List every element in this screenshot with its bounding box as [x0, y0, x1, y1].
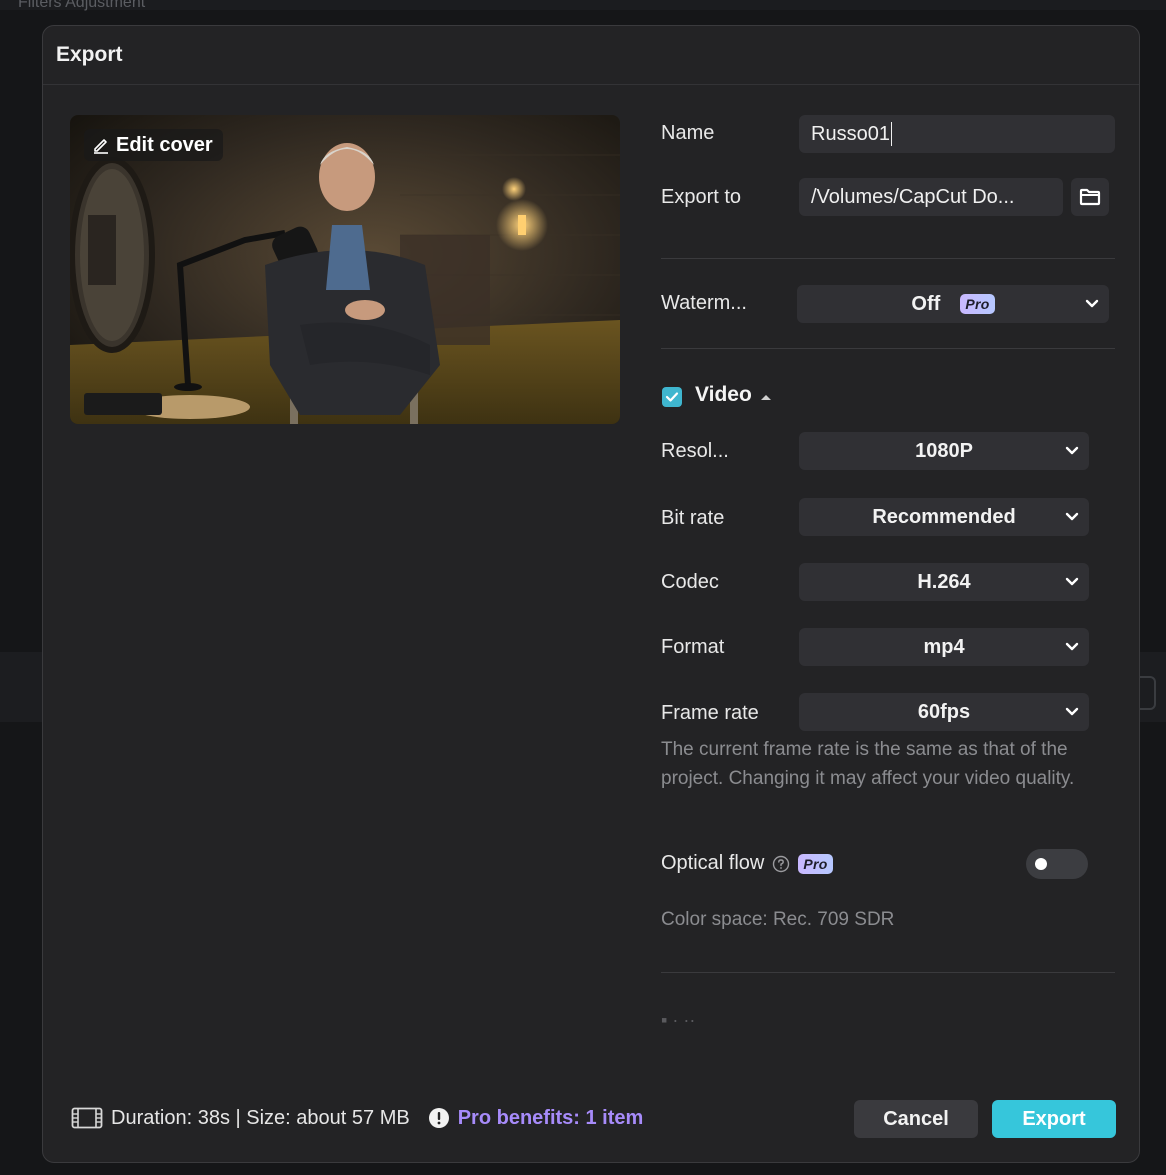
edit-cover-button[interactable]: Edit cover — [84, 129, 223, 161]
watermark-pro-badge: Pro — [960, 294, 995, 314]
video-section-title[interactable]: Video — [695, 383, 752, 407]
chevron-down-icon — [1065, 446, 1079, 455]
format-select[interactable]: mp4 — [799, 628, 1089, 666]
title-divider — [43, 84, 1139, 85]
video-checkbox[interactable] — [662, 387, 682, 407]
toggle-knob — [1035, 858, 1047, 870]
chevron-down-icon — [1065, 642, 1079, 651]
codec-select[interactable]: H.264 — [799, 563, 1089, 601]
background-menu-bar: Filters Adjustment — [0, 0, 1166, 11]
frame-rate-note: The current frame rate is the same as th… — [661, 739, 1075, 789]
duration-size-text: Duration: 38s | Size: about 57 MB — [111, 1106, 410, 1129]
chevron-down-icon — [1065, 577, 1079, 586]
optical-flow-row: Optical flow Pro — [661, 852, 833, 875]
codec-label: Codec — [661, 571, 719, 593]
format-value: mp4 — [923, 635, 965, 658]
color-space-text: Color space: Rec. 709 SDR — [661, 909, 895, 930]
check-icon — [665, 392, 679, 402]
audio-section-peek: ▪ · ·· — [661, 1010, 696, 1030]
divider-2 — [661, 348, 1115, 349]
background-edge-icon — [1140, 676, 1156, 710]
chevron-down-icon — [1085, 299, 1099, 308]
folder-icon — [1079, 188, 1101, 206]
watermark-label: Waterm... — [661, 292, 747, 314]
optical-flow-label: Optical flow — [661, 852, 765, 874]
chevron-down-icon — [1065, 512, 1079, 521]
help-icon[interactable] — [772, 855, 790, 873]
frame-rate-select[interactable]: 60fps — [799, 693, 1089, 731]
codec-value: H.264 — [917, 570, 971, 593]
cancel-button[interactable]: Cancel — [854, 1100, 978, 1138]
bit-rate-select[interactable]: Recommended — [799, 498, 1089, 536]
caret-up-icon[interactable] — [759, 392, 773, 402]
format-label: Format — [661, 636, 725, 658]
export-dialog: Export Edit cover Name Russo01 Export to… — [42, 25, 1140, 1163]
export-path-field[interactable]: /Volumes/CapCut Do... — [799, 178, 1063, 216]
divider-3 — [661, 972, 1115, 973]
frame-rate-value: 60fps — [917, 700, 971, 723]
dialog-title: Export — [56, 43, 123, 66]
bit-rate-label: Bit rate — [661, 507, 725, 529]
edit-cover-label: Edit cover — [116, 133, 213, 156]
browse-folder-button[interactable] — [1071, 178, 1109, 216]
background-menu-text: Filters Adjustment — [18, 0, 146, 11]
frame-rate-label: Frame rate — [661, 702, 759, 724]
cover-preview[interactable]: Edit cover — [70, 115, 620, 424]
name-input[interactable]: Russo01 — [799, 115, 1115, 153]
resolution-select[interactable]: 1080P — [799, 432, 1089, 470]
resolution-value: 1080P — [915, 439, 973, 462]
footer-info: Duration: 38s | Size: about 57 MB Pro be… — [71, 1104, 643, 1132]
optical-flow-toggle[interactable] — [1026, 849, 1088, 879]
optical-flow-pro-badge: Pro — [798, 853, 833, 874]
export-to-label: Export to — [661, 186, 742, 208]
watermark-value: Off — [911, 292, 941, 315]
film-icon — [71, 1107, 103, 1129]
pencil-icon — [94, 139, 108, 154]
name-value: Russo01 — [811, 122, 890, 145]
export-button[interactable]: Export — [992, 1100, 1116, 1138]
watermark-select[interactable]: Off Pro — [797, 285, 1109, 323]
text-caret — [890, 122, 892, 146]
divider-1 — [661, 258, 1115, 259]
pro-benefits-link[interactable]: Pro benefits: 1 item — [458, 1107, 644, 1130]
cover-image — [70, 115, 620, 424]
alert-icon — [428, 1108, 449, 1128]
export-path-value: /Volumes/CapCut Do... — [811, 185, 1015, 208]
resolution-label: Resol... — [661, 440, 729, 462]
chevron-down-icon — [1065, 707, 1079, 716]
bit-rate-value: Recommended — [872, 505, 1016, 528]
name-label: Name — [661, 122, 715, 144]
